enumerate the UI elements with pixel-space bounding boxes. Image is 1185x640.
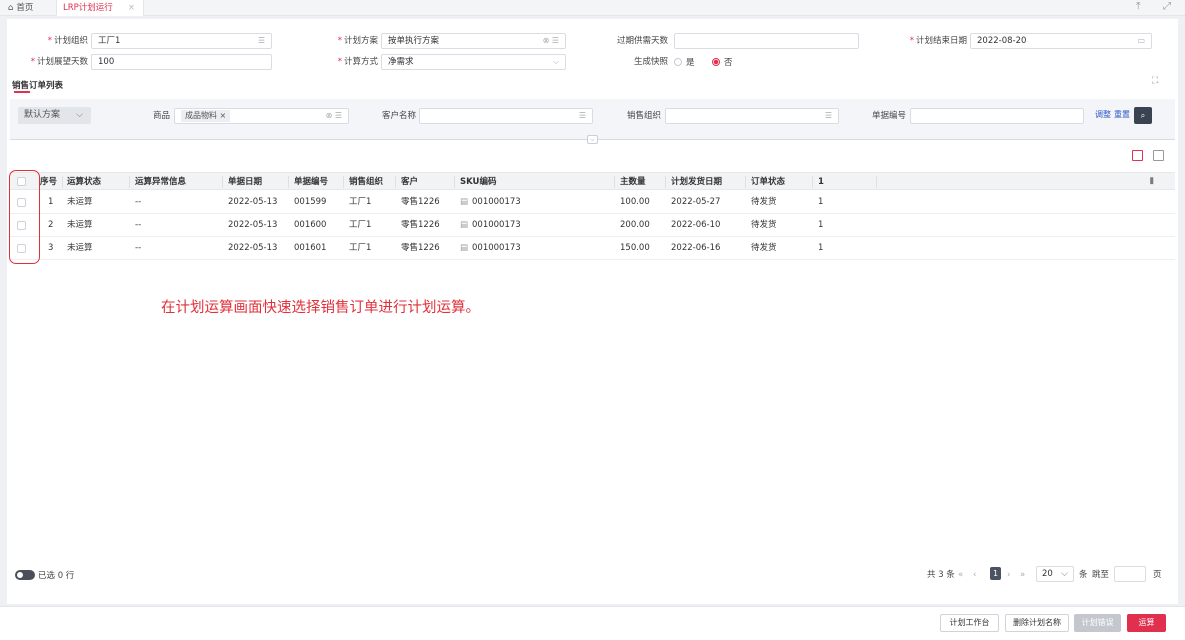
page-unit: 页 bbox=[1153, 570, 1162, 580]
sales-org-label: 销售组织 bbox=[626, 111, 661, 121]
close-icon[interactable]: × bbox=[128, 0, 135, 16]
col-header: 运算状态 bbox=[67, 177, 102, 187]
col-header: 单据日期 bbox=[228, 177, 263, 187]
plan-workbench-button[interactable]: 计划工作台 bbox=[940, 614, 999, 632]
clear-list-icon[interactable]: ⊗ ☰ bbox=[326, 109, 342, 123]
customer-label: 客户名称 bbox=[381, 111, 416, 121]
end-date-field[interactable]: 2022-08-20 ▭ bbox=[970, 33, 1152, 49]
scheme-select[interactable]: 默认方案 ⌵ bbox=[18, 107, 91, 124]
list-icon[interactable]: ☰ bbox=[825, 109, 832, 123]
filter-bar: 默认方案 ⌵ 商品 成品物料 × ⊗ ☰ 客户名称 ☰ 销售组织 ☰ 单据编号 调整… bbox=[10, 99, 1175, 139]
fullscreen-icon[interactable]: ⤢ bbox=[1163, 1, 1171, 12]
action-bar: 计划工作台 删除计划名称 计划错误 运算 bbox=[0, 606, 1185, 640]
sku-icon: ▤ bbox=[460, 243, 469, 253]
col-header: 客户 bbox=[401, 177, 419, 187]
total-count: 共 3 条 bbox=[927, 570, 955, 580]
radio-on-icon bbox=[712, 58, 720, 66]
tab-bar: ⌂ 首页 LRP计划运行 × ⤒ ⤢ bbox=[0, 0, 1185, 16]
chevron-down-icon: ⌵ bbox=[76, 110, 83, 120]
overdue-days-label: 过期供需天数 bbox=[616, 36, 668, 46]
selected-only-toggle[interactable] bbox=[15, 570, 35, 580]
sales-org-field[interactable]: ☰ bbox=[665, 108, 839, 124]
page-size-select[interactable]: 20 ⌵ bbox=[1036, 566, 1074, 582]
jump-label: 跳至 bbox=[1092, 570, 1110, 580]
delete-plan-name-button[interactable]: 删除计划名称 bbox=[1005, 614, 1069, 632]
table-header: 序号 运算状态 运算异常信息 单据日期 单据编号 销售组织 客户 SKU编码 主… bbox=[10, 172, 1175, 190]
snapshot-no-radio[interactable]: 否 bbox=[712, 55, 733, 71]
col-header: 运算异常信息 bbox=[135, 177, 187, 187]
goods-field[interactable]: 成品物料 × ⊗ ☰ bbox=[174, 108, 349, 124]
customer-field[interactable]: ☰ bbox=[419, 108, 593, 124]
col-header: 序号 bbox=[40, 177, 58, 187]
overdue-days-field[interactable] bbox=[674, 33, 859, 49]
doc-no-field[interactable] bbox=[910, 108, 1084, 124]
selected-count: 已选 0 行 bbox=[38, 571, 75, 581]
home-icon: ⌂ bbox=[8, 3, 14, 13]
col-header: 计划发货日期 bbox=[671, 177, 723, 187]
run-button[interactable]: 运算 bbox=[1127, 614, 1166, 632]
goods-label: 商品 bbox=[152, 111, 170, 121]
table-row[interactable]: 1 未运算 -- 2022-05-13 001599 工厂1 零售1226 ▤ … bbox=[10, 191, 1175, 214]
col-header: 1 bbox=[818, 177, 824, 187]
search-icon: ⌕ bbox=[1140, 111, 1146, 120]
section-underline bbox=[14, 91, 30, 93]
plan-scheme-field[interactable]: 按单执行方案 ⊗ ☰ bbox=[381, 33, 566, 49]
prev-page-icon[interactable]: ‹ bbox=[973, 568, 976, 582]
goods-tag: 成品物料 × bbox=[181, 110, 231, 122]
expand-icon[interactable]: ⛶ bbox=[1152, 76, 1158, 86]
annotation-text: 在计划运算画面快速选择销售订单进行计划运算。 bbox=[161, 300, 480, 316]
clear-list-icon[interactable]: ⊗ ☰ bbox=[543, 34, 559, 48]
doc-no-label: 单据编号 bbox=[871, 111, 906, 121]
calendar-icon[interactable]: ▭ bbox=[1137, 34, 1145, 48]
col-header: SKU编码 bbox=[460, 177, 497, 187]
plan-org-field[interactable]: 工厂1 ☰ bbox=[91, 33, 272, 49]
snapshot-yes-radio[interactable]: 是 bbox=[674, 55, 695, 71]
column-settings-icon[interactable]: ⫴ bbox=[1150, 173, 1154, 191]
section-title: 销售订单列表 bbox=[12, 81, 64, 91]
sku-icon: ▤ bbox=[460, 197, 469, 207]
export-icon[interactable] bbox=[1132, 150, 1143, 161]
tab-lrp-run[interactable]: LRP计划运行 × bbox=[56, 0, 144, 16]
next-page-icon[interactable]: › bbox=[1007, 568, 1010, 582]
calc-method-label: * 计算方式 bbox=[337, 57, 378, 67]
col-header: 销售组织 bbox=[349, 177, 384, 187]
col-header: 订单状态 bbox=[751, 177, 786, 187]
tab-home[interactable]: ⌂ 首页 bbox=[8, 0, 33, 16]
col-header: 单据编号 bbox=[294, 177, 329, 187]
per-page-unit: 条 bbox=[1079, 570, 1088, 580]
reset-link[interactable]: 重置 bbox=[1114, 109, 1130, 120]
horizon-label: * 计划展望天数 bbox=[30, 57, 88, 67]
horizon-field[interactable]: 100 bbox=[91, 54, 272, 70]
plan-org-label: * 计划组织 bbox=[47, 36, 88, 46]
search-button[interactable]: ⌕ bbox=[1134, 107, 1152, 124]
last-page-icon[interactable]: » bbox=[1020, 568, 1025, 582]
table-row[interactable]: 3 未运算 -- 2022-05-13 001601 工厂1 零售1226 ▤ … bbox=[10, 237, 1175, 260]
plan-errors-button[interactable]: 计划错误 bbox=[1074, 614, 1121, 632]
calc-method-select[interactable]: 净需求 ⌵ bbox=[381, 54, 566, 70]
main-panel: * 计划组织 工厂1 ☰ * 计划方案 按单执行方案 ⊗ ☰ 过期供需天数 * 计划结束日… bbox=[7, 19, 1178, 604]
chevron-down-icon: ⌵ bbox=[552, 57, 559, 66]
col-header: 主数量 bbox=[620, 177, 646, 187]
chevron-down-icon: ⌵ bbox=[1061, 569, 1068, 579]
page-1-button[interactable]: 1 bbox=[990, 567, 1001, 580]
checkbox-highlight-annotation bbox=[9, 170, 40, 264]
end-date-label: * 计划结束日期 bbox=[909, 36, 967, 46]
upload-icon[interactable]: ⤒ bbox=[1136, 1, 1140, 12]
sku-icon: ▤ bbox=[460, 220, 469, 230]
first-page-icon[interactable]: « bbox=[958, 568, 963, 582]
print-icon[interactable] bbox=[1153, 150, 1164, 161]
table-row[interactable]: 2 未运算 -- 2022-05-13 001600 工厂1 零售1226 ▤ … bbox=[10, 214, 1175, 237]
snapshot-label: 生成快照 bbox=[633, 57, 668, 67]
list-icon[interactable]: ☰ bbox=[579, 109, 586, 123]
jump-page-input[interactable] bbox=[1114, 566, 1146, 582]
list-icon[interactable]: ☰ bbox=[258, 34, 265, 48]
radio-off-icon bbox=[674, 58, 682, 66]
collapse-toggle-icon[interactable]: ⌵ bbox=[587, 135, 598, 144]
adjust-link[interactable]: 调整 bbox=[1095, 109, 1111, 120]
plan-scheme-label: * 计划方案 bbox=[337, 36, 378, 46]
